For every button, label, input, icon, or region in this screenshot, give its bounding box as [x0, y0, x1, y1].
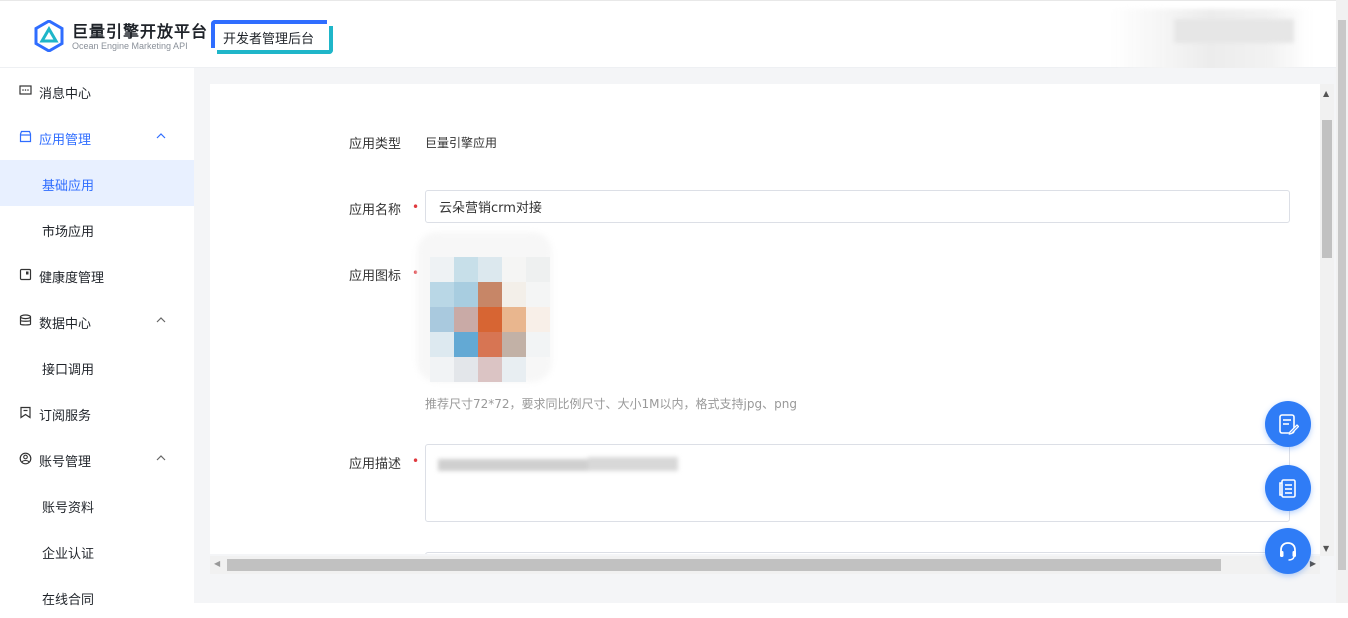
- sidebar-item-online-contract[interactable]: 在线合同: [0, 574, 194, 618]
- sidebar-item-label: 基础应用: [42, 179, 95, 194]
- chevron-up-icon: [156, 317, 166, 323]
- app-name-input[interactable]: 云朵营销crm对接: [425, 190, 1290, 223]
- feedback-edit-icon: [1279, 414, 1299, 435]
- required-mark: •: [412, 454, 420, 468]
- developer-console-badge: 开发者管理后台: [211, 20, 333, 54]
- sidebar-item-app-management[interactable]: 应用管理: [0, 114, 194, 160]
- sidebar-item-label: 账号管理: [39, 455, 92, 470]
- scroll-left-arrow-icon[interactable]: ◀: [214, 559, 220, 568]
- app-name-label: 应用名称: [349, 203, 402, 218]
- app-icon-hint: 推荐尺寸72*72，要求同比例尺寸、大小1M以内，格式支持jpg、png: [425, 397, 797, 411]
- app-icon-label: 应用图标: [349, 269, 402, 284]
- chevron-up-icon: [156, 133, 166, 139]
- sidebar-item-label: 账号资料: [42, 501, 95, 516]
- document-icon: [1279, 479, 1296, 498]
- sidebar-item-label: 应用管理: [39, 133, 92, 148]
- scrollbar-thumb[interactable]: [227, 559, 1221, 571]
- ocean-engine-logo-icon[interactable]: [34, 20, 64, 52]
- sidebar-item-message-center[interactable]: 消息中心: [0, 68, 194, 114]
- app-detail-form: 应用类型 巨量引擎应用 应用名称 • 云朵营销crm对接 应用图标 • 推荐尺寸…: [210, 84, 1320, 554]
- content-horizontal-scrollbar[interactable]: ◀ ▶: [210, 556, 1320, 574]
- sidebar-item-label: 消息中心: [39, 87, 92, 102]
- account-icon: [19, 452, 32, 465]
- app-description-label: 应用描述: [349, 457, 402, 472]
- sidebar-item-account-profile[interactable]: 账号资料: [0, 482, 194, 528]
- customer-service-icon: [1280, 542, 1296, 561]
- sidebar-item-label: 在线合同: [42, 593, 95, 608]
- next-field-input[interactable]: [425, 552, 1290, 554]
- sidebar-item-label: 市场应用: [42, 225, 95, 240]
- sidebar-item-health-management[interactable]: 健康度管理: [0, 252, 194, 298]
- customer-service-button[interactable]: [1265, 528, 1311, 574]
- sidebar-item-enterprise-verification[interactable]: 企业认证: [0, 528, 194, 574]
- app-icon-image[interactable]: [405, 232, 565, 384]
- sidebar-item-label: 订阅服务: [39, 409, 92, 424]
- sidebar-item-label: 数据中心: [39, 317, 92, 332]
- logo-subtitle: Ocean Engine Marketing API: [72, 41, 188, 51]
- scroll-down-arrow-icon[interactable]: ▼: [1323, 544, 1329, 553]
- sidebar-item-label: 健康度管理: [39, 271, 105, 286]
- app-type-value: 巨量引擎应用: [425, 136, 498, 150]
- page-vertical-scrollbar[interactable]: [1336, 0, 1348, 603]
- sidebar-item-label: 企业认证: [42, 547, 95, 562]
- sidebar-item-basic-apps[interactable]: 基础应用: [0, 160, 194, 206]
- sidebar-item-data-center[interactable]: 数据中心: [0, 298, 194, 344]
- sidebar-nav: 消息中心 应用管理 基础应用 市场应用 健康度管理 数据中心 接口调用 订阅服务…: [0, 68, 194, 618]
- logo-title[interactable]: 巨量引擎开放平台: [72, 18, 208, 42]
- sidebar-item-label: 接口调用: [42, 363, 95, 378]
- database-icon: [19, 314, 32, 326]
- content-vertical-scrollbar[interactable]: ▲ ▼: [1320, 84, 1334, 556]
- bookmark-icon: [20, 406, 31, 419]
- scrollbar-thumb[interactable]: [1338, 20, 1346, 570]
- feedback-button[interactable]: [1265, 401, 1311, 447]
- top-header: 巨量引擎开放平台 Ocean Engine Marketing API 开发者管…: [0, 0, 1348, 87]
- app-description-textarea[interactable]: [425, 444, 1290, 522]
- chevron-up-icon: [156, 455, 166, 461]
- description-text-blurred: [438, 455, 688, 473]
- scroll-right-arrow-icon[interactable]: ▶: [1310, 559, 1316, 568]
- app-store-icon: [19, 130, 32, 143]
- message-icon: [19, 85, 32, 95]
- scrollbar-thumb[interactable]: [1322, 120, 1332, 258]
- sidebar-item-subscription[interactable]: 订阅服务: [0, 390, 194, 436]
- scroll-up-arrow-icon[interactable]: ▲: [1323, 89, 1329, 98]
- sidebar-item-api-calls[interactable]: 接口调用: [0, 344, 194, 390]
- sidebar-item-account-management[interactable]: 账号管理: [0, 436, 194, 482]
- health-icon: [19, 268, 32, 281]
- app-type-label: 应用类型: [349, 137, 402, 152]
- required-mark: •: [412, 200, 420, 214]
- developer-console-label: 开发者管理后台: [223, 32, 315, 47]
- sidebar-item-market-apps[interactable]: 市场应用: [0, 206, 194, 252]
- documentation-button[interactable]: [1265, 465, 1311, 511]
